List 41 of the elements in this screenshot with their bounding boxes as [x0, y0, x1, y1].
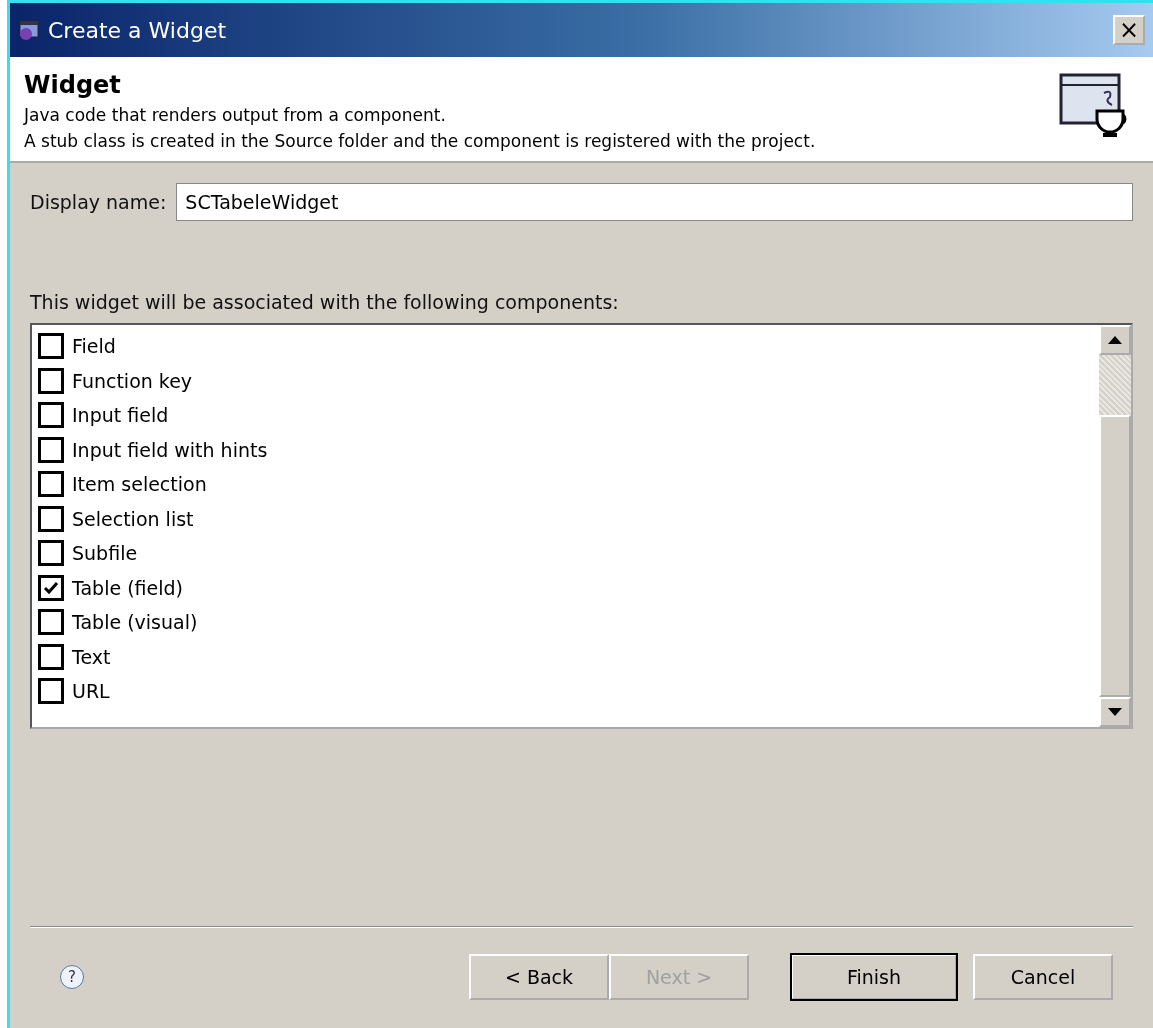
list-label: This widget will be associated with the following components: — [30, 291, 620, 313]
checkbox[interactable] — [38, 574, 64, 601]
description-line: A stub class is created in the Source folder and the component is registered with the project. — [24, 131, 817, 151]
component-label: URL — [72, 680, 110, 703]
scrollbar-thumb[interactable] — [1099, 415, 1131, 697]
component-label: Text — [72, 645, 111, 668]
checkmark-icon — [43, 580, 59, 595]
component-label: Field — [72, 335, 116, 358]
up-arrow-icon — [1108, 336, 1122, 344]
wizard-button[interactable]: Finish — [791, 954, 957, 1000]
component-label: Input field with hints — [72, 438, 268, 461]
scroll-down-button[interactable] — [1099, 697, 1131, 727]
component-label: Table (visual) — [72, 611, 198, 634]
checkbox[interactable] — [38, 609, 64, 636]
wizard-button[interactable]: < Back — [469, 954, 609, 1000]
component-label: Subfile — [72, 542, 138, 565]
component-label: Input field — [72, 404, 169, 427]
component-label: Function key — [72, 369, 193, 392]
component-label: Item selection — [72, 473, 207, 496]
component-label: Table (field) — [72, 576, 183, 599]
checkbox[interactable] — [38, 367, 64, 394]
app-icon — [18, 19, 40, 41]
wizard-button[interactable]: Cancel — [973, 954, 1113, 1000]
checkbox[interactable] — [38, 333, 64, 360]
checkbox[interactable] — [38, 436, 64, 463]
component-label: Selection list — [72, 507, 194, 530]
checkbox[interactable] — [38, 402, 64, 429]
checkbox[interactable] — [38, 505, 64, 532]
display-name-field[interactable]: SCTabeleWidget — [176, 183, 1133, 221]
description-line: Java code that renders output from a component. — [24, 105, 447, 125]
page-title: Widget — [24, 71, 122, 99]
down-arrow-icon — [1108, 708, 1122, 716]
checkbox[interactable] — [38, 678, 64, 705]
scroll-up-button[interactable] — [1099, 325, 1131, 355]
field-label: Display name: — [30, 191, 167, 213]
close-button[interactable]: × — [1113, 15, 1145, 45]
checkbox[interactable] — [38, 643, 64, 670]
checkbox[interactable] — [38, 471, 64, 498]
help-icon[interactable]: ? — [60, 965, 84, 989]
checkbox[interactable] — [38, 540, 64, 567]
window-title: Create a Widget — [48, 17, 228, 43]
